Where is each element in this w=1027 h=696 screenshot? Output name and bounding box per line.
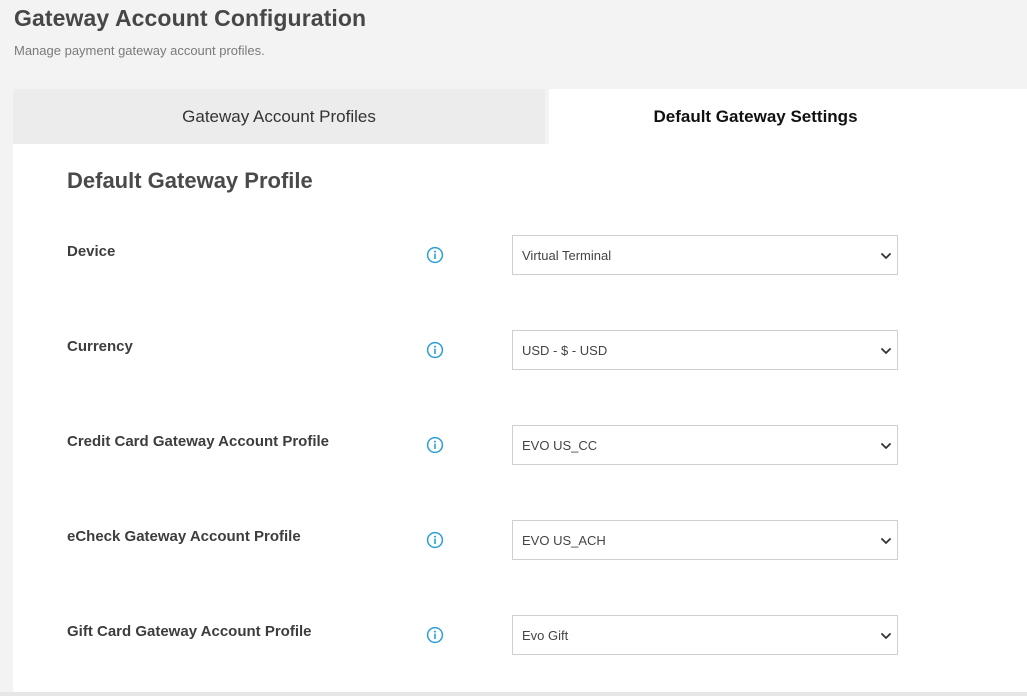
info-icon[interactable] xyxy=(426,246,444,264)
page-subtitle: Manage payment gateway account profiles. xyxy=(14,43,265,58)
form-row-echeck-profile: eCheck Gateway Account Profile EVO US_AC… xyxy=(13,520,1027,560)
form-row-gift-card-profile: Gift Card Gateway Account Profile Evo Gi… xyxy=(13,615,1027,655)
currency-select-value: USD - $ - USD xyxy=(522,343,608,358)
chevron-down-icon xyxy=(881,443,891,449)
chevron-down-icon xyxy=(881,538,891,544)
credit-card-profile-select[interactable]: EVO US_CC xyxy=(512,425,898,465)
gift-card-profile-select[interactable]: Evo Gift xyxy=(512,615,898,655)
echeck-profile-label: eCheck Gateway Account Profile xyxy=(67,528,301,545)
default-gateway-settings-panel: Default Gateway Profile Device Virtual T… xyxy=(13,144,1027,692)
tab-bar: Gateway Account Profiles Default Gateway… xyxy=(13,89,1027,144)
echeck-profile-value: EVO US_ACH xyxy=(522,533,606,548)
form-row-currency: Currency USD - $ - USD xyxy=(13,330,1027,370)
page-header: Gateway Account Configuration Manage pay… xyxy=(14,0,1014,59)
section-title: Default Gateway Profile xyxy=(67,168,313,193)
form-row-device: Device Virtual Terminal xyxy=(13,235,1027,275)
currency-select[interactable]: USD - $ - USD xyxy=(512,330,898,370)
device-label: Device xyxy=(67,243,116,260)
chevron-down-icon xyxy=(881,253,891,259)
gift-card-profile-label: Gift Card Gateway Account Profile xyxy=(67,623,312,640)
echeck-profile-select[interactable]: EVO US_ACH xyxy=(512,520,898,560)
credit-card-profile-label: Credit Card Gateway Account Profile xyxy=(67,433,330,450)
device-select[interactable]: Virtual Terminal xyxy=(512,235,898,275)
info-icon[interactable] xyxy=(426,436,444,454)
chevron-down-icon xyxy=(881,633,891,639)
page-title: Gateway Account Configuration xyxy=(14,5,367,31)
credit-card-profile-value: EVO US_CC xyxy=(522,438,598,453)
form-row-credit-card-profile: Credit Card Gateway Account Profile EVO … xyxy=(13,425,1027,465)
device-select-value: Virtual Terminal xyxy=(522,248,612,263)
tab-gateway-account-profiles[interactable]: Gateway Account Profiles xyxy=(13,89,549,144)
chevron-down-icon xyxy=(881,348,891,354)
info-icon[interactable] xyxy=(426,626,444,644)
bottom-divider xyxy=(0,692,1027,696)
currency-label: Currency xyxy=(67,338,133,355)
tab-default-gateway-settings[interactable]: Default Gateway Settings xyxy=(549,89,1027,144)
gift-card-profile-value: Evo Gift xyxy=(522,628,569,643)
info-icon[interactable] xyxy=(426,341,444,359)
info-icon[interactable] xyxy=(426,531,444,549)
